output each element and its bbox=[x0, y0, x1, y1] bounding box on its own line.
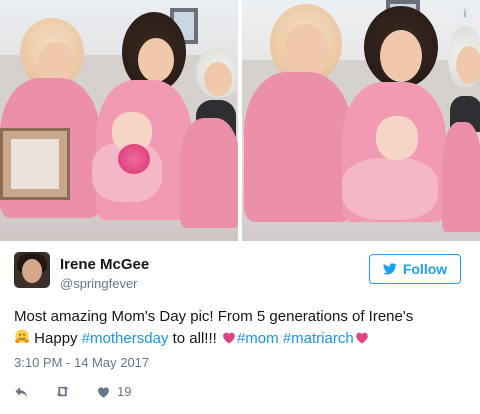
tweet-actions: 19 bbox=[14, 384, 131, 399]
sparkling-heart-emoji bbox=[355, 332, 368, 344]
baby-figure bbox=[342, 158, 438, 220]
bird-icon bbox=[382, 263, 397, 275]
hugging-face-emoji bbox=[15, 329, 29, 343]
tweet-line-1: Most amazing Mom's Day pic! From 5 gener… bbox=[14, 308, 414, 325]
photo-right[interactable]: i bbox=[242, 0, 480, 241]
follow-label: Follow bbox=[402, 261, 448, 277]
tweet-part-to-all: to all!!! bbox=[172, 330, 217, 347]
tweet-line-2: Happy #mothersday to all!!! #mom #matria… bbox=[14, 328, 470, 350]
likes-count: 19 bbox=[117, 384, 132, 399]
author-name[interactable]: Irene McGee bbox=[60, 256, 149, 273]
avatar[interactable] bbox=[14, 252, 50, 288]
hashtag-mothersday[interactable]: #mothersday bbox=[82, 330, 169, 347]
framed-photo bbox=[0, 128, 70, 200]
reply-action[interactable] bbox=[14, 384, 29, 399]
hashtag-mom[interactable]: #mom bbox=[237, 330, 279, 347]
sparkling-heart-emoji bbox=[223, 332, 235, 344]
tweet-photos: i bbox=[0, 0, 480, 241]
reply-icon bbox=[15, 387, 28, 397]
tweet-timestamp[interactable]: 3:10 PM - 14 May 2017 bbox=[14, 355, 149, 370]
info-icon[interactable]: i bbox=[458, 8, 472, 22]
hashtag-matriarch[interactable]: #matriarch bbox=[283, 330, 354, 347]
retweet-action[interactable] bbox=[55, 384, 70, 399]
retweet-icon bbox=[56, 386, 69, 397]
heart-icon bbox=[98, 387, 109, 398]
like-action[interactable]: 19 bbox=[96, 384, 131, 399]
photo-left[interactable] bbox=[0, 0, 238, 241]
tweet-text: Most amazing Mom's Day pic! From 5 gener… bbox=[14, 306, 470, 350]
tweet-part-happy: Happy bbox=[34, 330, 78, 347]
author-handle[interactable]: @springfever bbox=[60, 276, 138, 291]
follow-button[interactable]: Follow bbox=[369, 254, 461, 284]
flower-headband bbox=[118, 144, 150, 174]
